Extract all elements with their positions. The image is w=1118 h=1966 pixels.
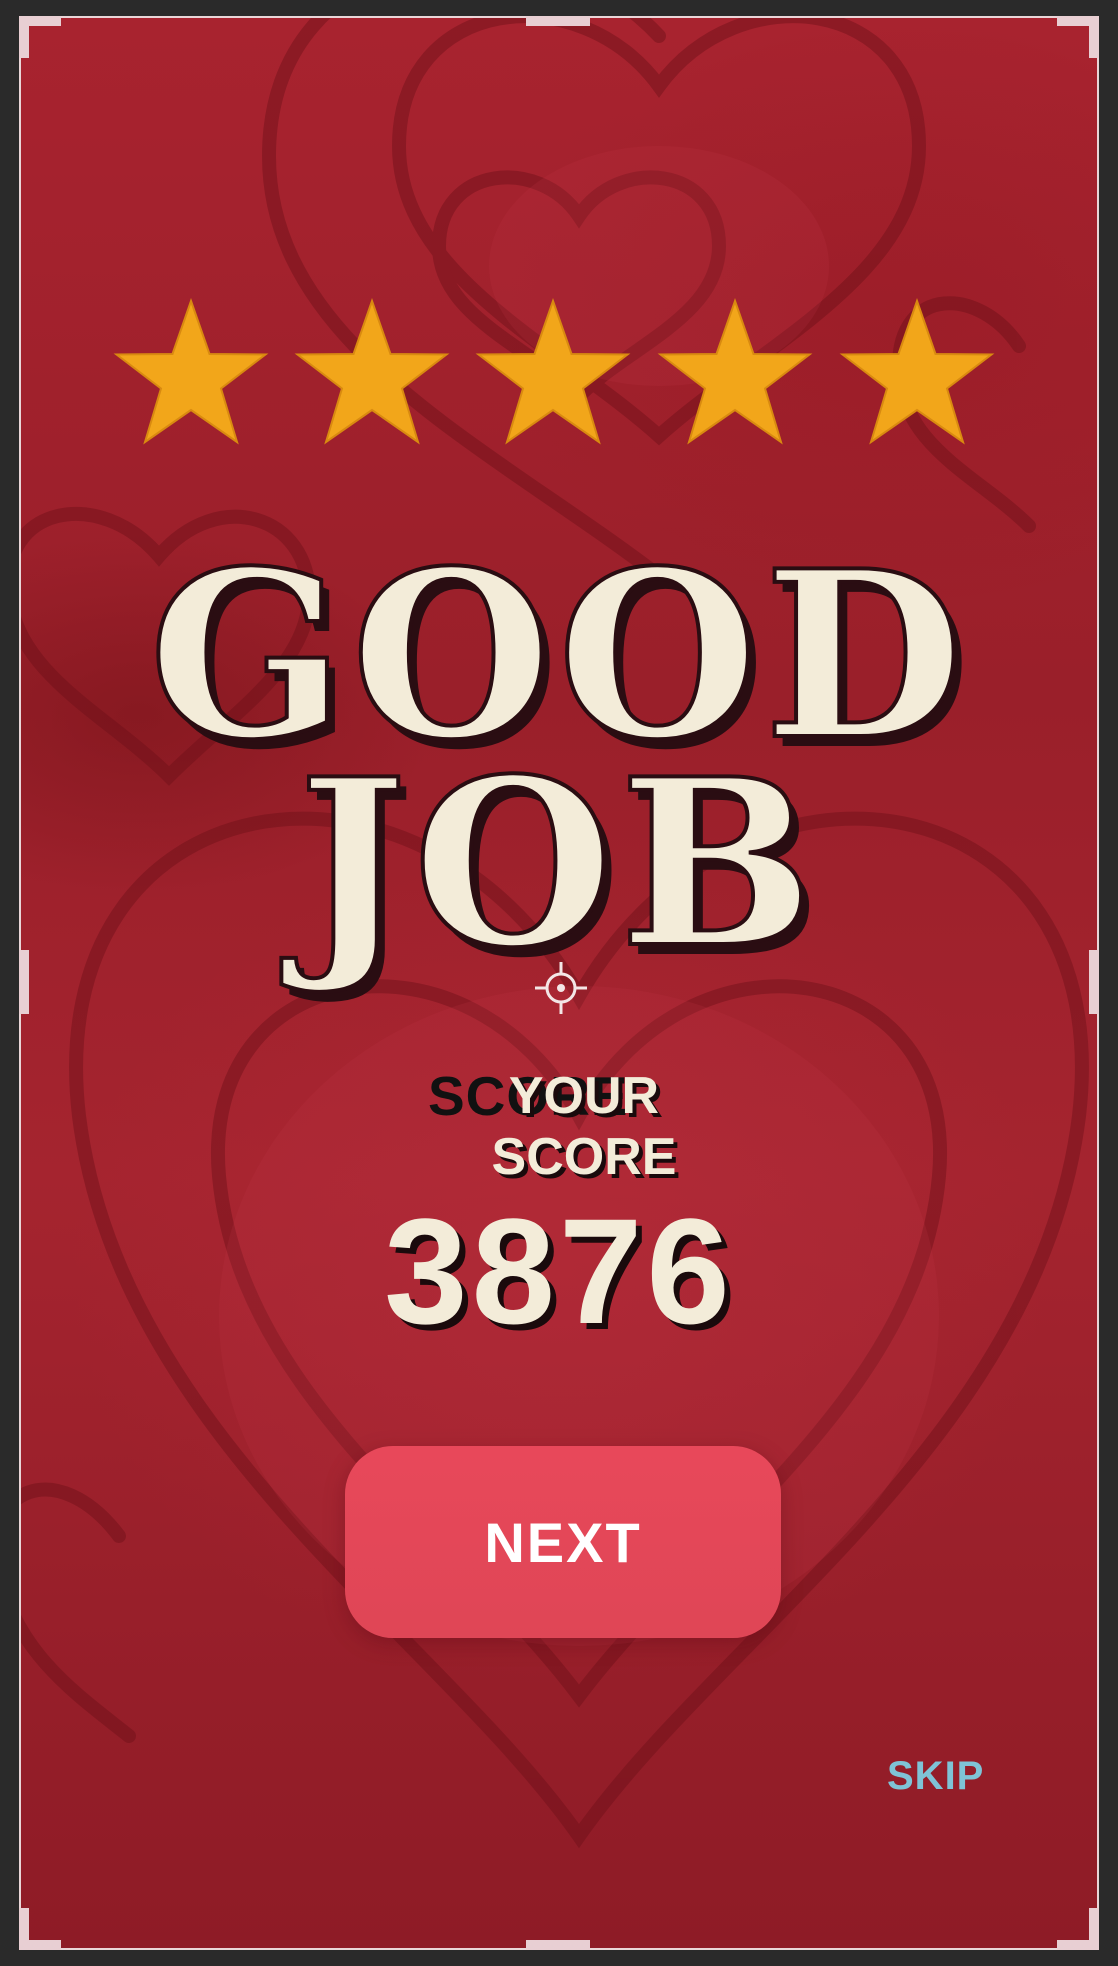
title-line2: JOB <box>281 729 820 999</box>
frame-marker-top-center <box>526 16 590 26</box>
frame-marker-mid-right <box>1089 950 1099 1014</box>
frame-marker-bottom-center <box>526 1940 590 1950</box>
good-job-title: GOOD GOOD JOB JOB <box>147 536 972 1006</box>
skip-button[interactable]: SKIP <box>887 1754 984 1799</box>
frame-marker-top-right-v <box>1089 16 1099 58</box>
frame-marker-top-left-v <box>19 16 29 58</box>
star-rating <box>115 300 993 443</box>
star-icon <box>477 300 629 443</box>
score-label-line2: SCORE <box>491 1128 677 1186</box>
star-icon <box>296 300 448 443</box>
frame-marker-mid-left <box>19 950 29 1014</box>
score-value: 3876 <box>384 1187 734 1355</box>
score-label-line1: YOUR <box>508 1067 660 1125</box>
star-icon <box>115 300 267 443</box>
next-button[interactable]: NEXT <box>345 1446 781 1638</box>
frame-marker-bottom-right-v <box>1089 1908 1099 1950</box>
game-result-screen: GOOD GOOD JOB JOB SCORE YOUR SCORE 3876 … <box>19 16 1099 1950</box>
crosshair-icon <box>535 962 587 1014</box>
star-icon <box>841 300 993 443</box>
score-label: YOUR SCORE <box>459 1066 709 1188</box>
star-icon <box>659 300 811 443</box>
frame-marker-bottom-left-v <box>19 1908 29 1950</box>
